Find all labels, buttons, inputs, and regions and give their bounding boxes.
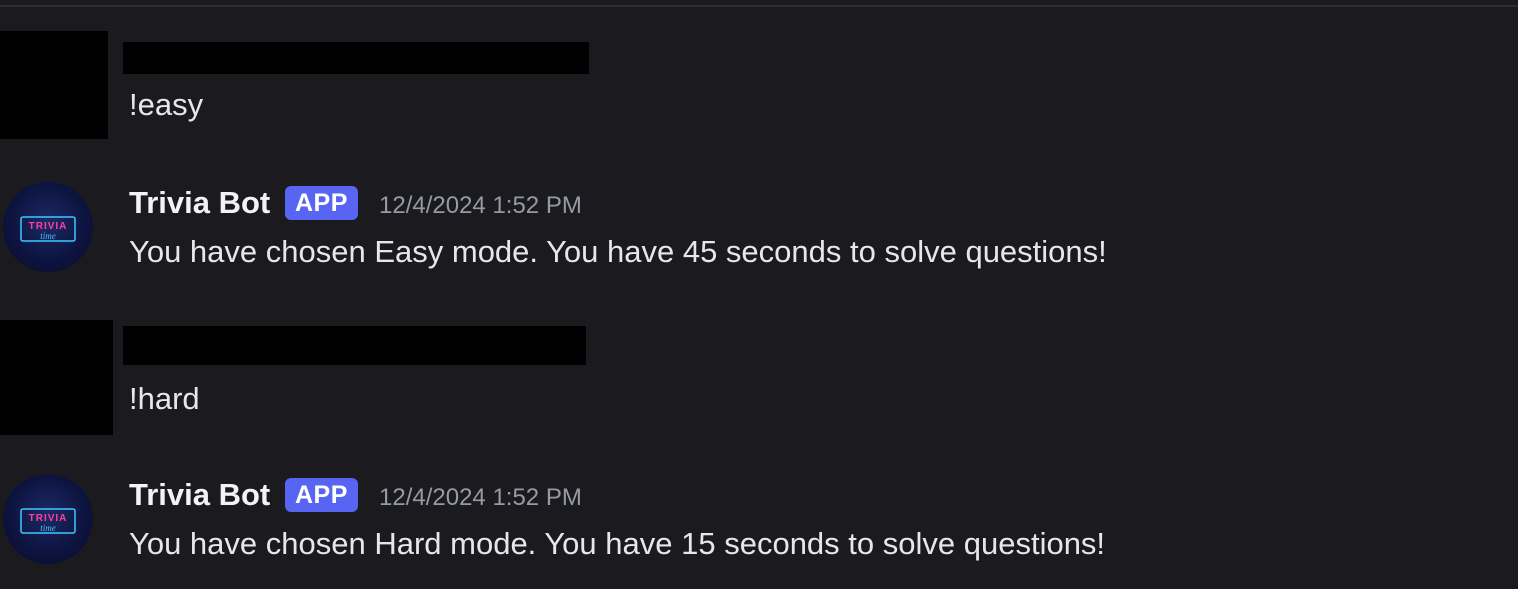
- top-divider: [0, 5, 1518, 7]
- bot-avatar[interactable]: TRIVIA time: [3, 182, 93, 272]
- message-content: You have chosen Easy mode. You have 45 s…: [129, 234, 1107, 269]
- chat-message-list: !easy TRIVIA time Trivia Bot APP 12/4/20…: [0, 0, 1518, 589]
- trivia-time-logo-icon: TRIVIA time: [20, 216, 76, 242]
- message-content: !easy: [129, 87, 204, 122]
- bot-avatar[interactable]: TRIVIA time: [3, 474, 93, 564]
- user-name-redacted[interactable]: [123, 326, 586, 365]
- app-tag-badge: APP: [285, 478, 358, 512]
- user-name-redacted[interactable]: [123, 42, 589, 74]
- logo-text-bottom: time: [40, 231, 56, 241]
- message-content: You have chosen Hard mode. You have 15 s…: [129, 526, 1106, 561]
- trivia-time-logo-icon: TRIVIA time: [20, 508, 76, 534]
- message-timestamp[interactable]: 12/4/2024 1:52 PM: [379, 191, 582, 221]
- user-avatar-redacted[interactable]: [0, 320, 113, 435]
- logo-text-bottom: time: [40, 523, 56, 533]
- bot-author-name[interactable]: Trivia Bot: [129, 477, 270, 513]
- app-tag-badge: APP: [285, 186, 358, 220]
- message-timestamp[interactable]: 12/4/2024 1:52 PM: [379, 483, 582, 513]
- message-content: !hard: [129, 381, 200, 416]
- bot-author-name[interactable]: Trivia Bot: [129, 185, 270, 221]
- user-avatar-redacted[interactable]: [0, 31, 108, 139]
